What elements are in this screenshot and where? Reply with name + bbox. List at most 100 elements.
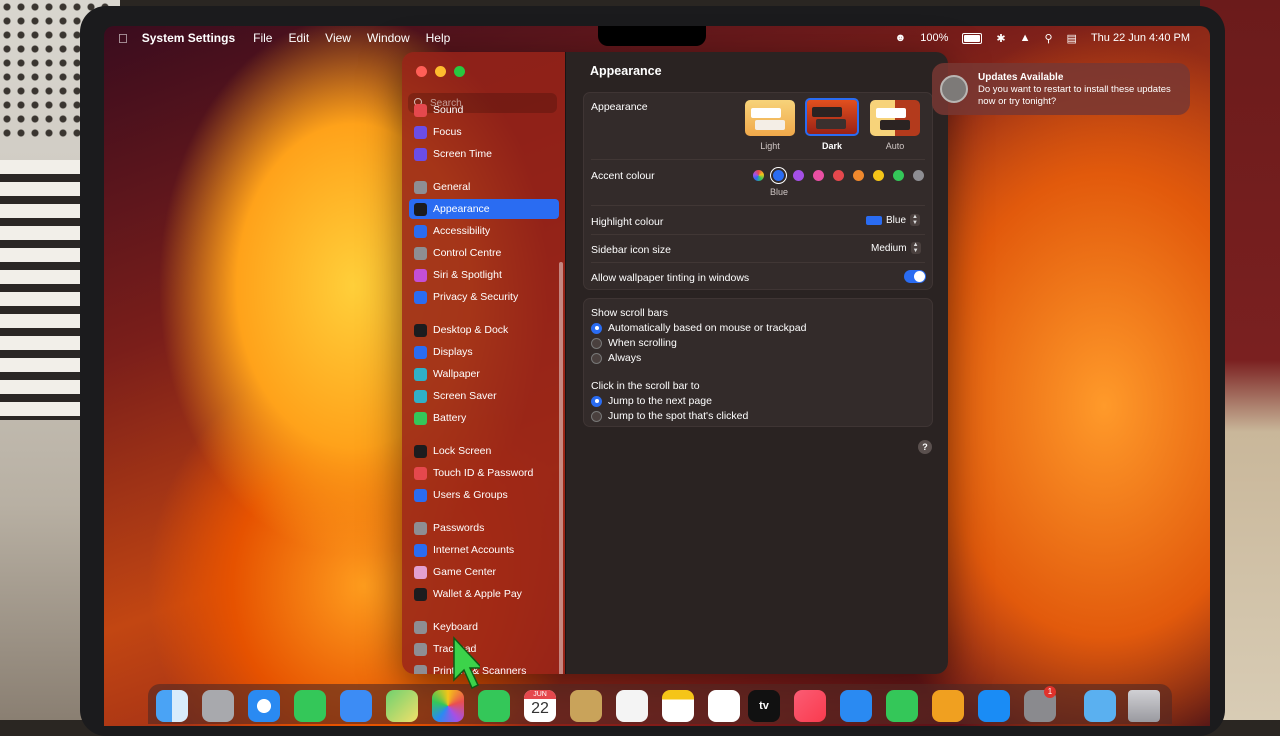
notes-icon[interactable] <box>662 690 694 722</box>
sidebar-item-icon <box>414 664 427 674</box>
mail-icon[interactable] <box>340 690 372 722</box>
accent-colour-swatch[interactable] <box>833 170 844 181</box>
sidebar-item-icon <box>414 411 427 425</box>
sidebar-item-siri-spotlight[interactable]: Siri & Spotlight <box>409 265 559 285</box>
sidebar-item-printers-scanners[interactable]: Printers & Scanners <box>409 661 559 674</box>
radio-button[interactable] <box>591 395 602 407</box>
light-mode-thumbnail[interactable] <box>745 100 795 136</box>
keynote-icon[interactable] <box>840 690 872 722</box>
pages-icon[interactable] <box>932 690 964 722</box>
sidebar-item-icon <box>414 125 427 139</box>
messages-icon[interactable] <box>294 690 326 722</box>
accent-colour-swatch[interactable] <box>913 170 924 181</box>
auto-mode-thumbnail[interactable] <box>870 100 920 136</box>
sidebar-item-trackpad[interactable]: Trackpad <box>409 639 559 659</box>
user-account-icon[interactable]: ☻ <box>895 32 907 44</box>
finder-icon[interactable] <box>156 690 188 722</box>
menu-app-name[interactable]: System Settings <box>142 31 235 45</box>
sidebar-item-touch-id-password[interactable]: Touch ID & Password <box>409 463 559 483</box>
bluetooth-icon[interactable]: ✱ <box>996 32 1005 45</box>
update-notification[interactable]: Updates Available Do you want to restart… <box>932 63 1190 115</box>
click-option-spot[interactable]: Jump to the spot that's clicked <box>591 410 748 422</box>
camera-notch <box>598 26 706 46</box>
launchpad-icon[interactable] <box>202 690 234 722</box>
calendar-icon[interactable]: JUN 22 <box>524 690 556 722</box>
sidebar-item-appearance[interactable]: Appearance <box>409 199 559 219</box>
scroll-option-always[interactable]: Always <box>591 352 641 364</box>
sidebar-scrollbar[interactable] <box>559 262 563 674</box>
sidebar-item-battery[interactable]: Battery <box>409 408 559 428</box>
menu-file[interactable]: File <box>253 31 272 45</box>
sidebar-item-icon <box>414 565 427 579</box>
menu-edit[interactable]: Edit <box>288 31 309 45</box>
help-button[interactable]: ? <box>918 440 932 454</box>
sidebar-item-focus[interactable]: Focus <box>409 122 559 142</box>
sidebar-item-wallpaper[interactable]: Wallpaper <box>409 364 559 384</box>
sidebar-item-internet-accounts[interactable]: Internet Accounts <box>409 540 559 560</box>
sidebar-item-keyboard[interactable]: Keyboard <box>409 617 559 637</box>
control-centre-icon[interactable]: ▤ <box>1067 32 1077 45</box>
trash-icon[interactable] <box>1128 690 1160 722</box>
reminders-icon[interactable] <box>616 690 648 722</box>
sidebar-item-privacy-security[interactable]: Privacy & Security <box>409 287 559 307</box>
numbers-icon[interactable] <box>886 690 918 722</box>
battery-icon[interactable] <box>962 32 983 44</box>
maps-icon[interactable] <box>386 690 418 722</box>
sidebar-item-screen-time[interactable]: Screen Time <box>409 144 559 164</box>
sidebar-item-screen-saver[interactable]: Screen Saver <box>409 386 559 406</box>
sidebar-item-icon <box>414 180 427 194</box>
radio-button[interactable] <box>591 337 602 349</box>
spotlight-search-icon[interactable]: ⚲ <box>1044 32 1052 45</box>
zoom-button[interactable] <box>454 66 465 77</box>
freeform-icon[interactable] <box>708 690 740 722</box>
wifi-icon[interactable]: ▲ <box>1020 32 1031 44</box>
highlight-colour-select[interactable]: Blue ▲ ▼ <box>866 214 921 226</box>
sidebar-item-sound[interactable]: Sound <box>409 100 559 120</box>
close-button[interactable] <box>416 66 427 77</box>
apple-tv-icon[interactable]: tv <box>748 690 780 722</box>
sidebar-item-icon <box>414 389 427 403</box>
sidebar-item-lock-screen[interactable]: Lock Screen <box>409 441 559 461</box>
sidebar-item-wallet-apple-pay[interactable]: Wallet & Apple Pay <box>409 584 559 604</box>
safari-icon[interactable] <box>248 690 280 722</box>
scroll-option-auto[interactable]: Automatically based on mouse or trackpad <box>591 322 806 334</box>
sidebar-item-users-groups[interactable]: Users & Groups <box>409 485 559 505</box>
sidebar-item-game-center[interactable]: Game Center <box>409 562 559 582</box>
sidebar-item-passwords[interactable]: Passwords <box>409 518 559 538</box>
wallpaper-tinting-toggle[interactable] <box>904 270 926 283</box>
menu-window[interactable]: Window <box>367 31 410 45</box>
accent-colour-swatch[interactable] <box>773 170 784 181</box>
menu-clock[interactable]: Thu 22 Jun 4:40 PM <box>1091 32 1190 44</box>
accent-colour-swatch[interactable] <box>853 170 864 181</box>
sidebar-item-displays[interactable]: Displays <box>409 342 559 362</box>
sidebar-item-label: Wallet & Apple Pay <box>433 588 522 600</box>
battery-percent: 100% <box>920 32 949 44</box>
minimize-button[interactable] <box>435 66 446 77</box>
sidebar-item-general[interactable]: General <box>409 177 559 197</box>
sidebar-item-desktop-dock[interactable]: Desktop & Dock <box>409 320 559 340</box>
radio-button[interactable] <box>591 410 602 422</box>
scroll-option-scrolling[interactable]: When scrolling <box>591 337 677 349</box>
contacts-icon[interactable] <box>570 690 602 722</box>
sidebar-icon-size-select[interactable]: Medium ▲ ▼ <box>871 242 921 254</box>
accent-colour-swatch[interactable] <box>793 170 804 181</box>
menu-view[interactable]: View <box>325 31 351 45</box>
accent-colour-swatch[interactable] <box>753 170 764 181</box>
facetime-icon[interactable] <box>478 690 510 722</box>
accent-colour-swatch[interactable] <box>813 170 824 181</box>
sidebar-item-accessibility[interactable]: Accessibility <box>409 221 559 241</box>
dark-mode-thumbnail[interactable] <box>805 98 859 136</box>
sidebar-item-control-centre[interactable]: Control Centre <box>409 243 559 263</box>
music-icon[interactable] <box>794 690 826 722</box>
menu-help[interactable]: Help <box>426 31 451 45</box>
photos-icon[interactable] <box>432 690 464 722</box>
app-store-icon[interactable] <box>978 690 1010 722</box>
radio-button[interactable] <box>591 352 602 364</box>
downloads-folder-icon[interactable] <box>1084 690 1116 722</box>
radio-button[interactable] <box>591 322 602 334</box>
accent-colour-swatch[interactable] <box>873 170 884 181</box>
accent-colour-swatch[interactable] <box>893 170 904 181</box>
apple-menu-icon[interactable]:  <box>118 31 128 46</box>
notification-title: Updates Available <box>978 72 1064 83</box>
click-option-next-page[interactable]: Jump to the next page <box>591 395 712 407</box>
